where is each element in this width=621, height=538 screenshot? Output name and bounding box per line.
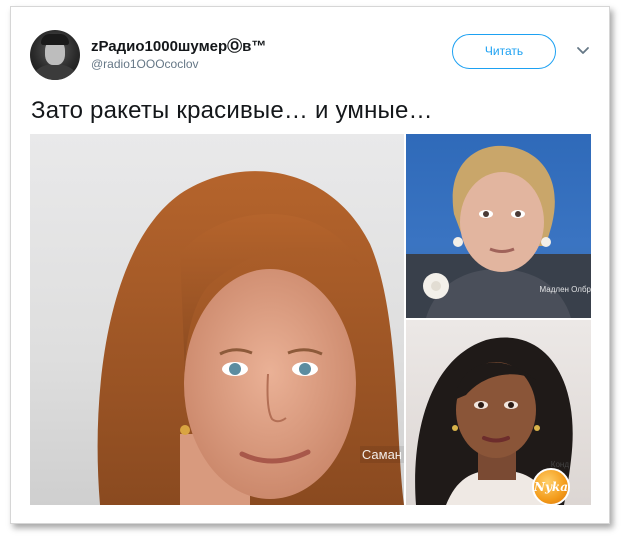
tweet-card: zРадио1000шумерⓄв™ @radio1OOOcoclov Чита… <box>10 6 610 524</box>
author-avatar[interactable] <box>30 30 80 80</box>
site-logo-watermark: Nyka <box>532 468 570 506</box>
tweet-media-grid: Саман Мадлен Олбр Конд <box>30 134 591 505</box>
avatar-hat-shape <box>41 34 69 45</box>
media-photo-main[interactable]: Саман <box>30 134 404 505</box>
main-photo-caption: Саман <box>359 446 404 463</box>
top-right-photo-caption: Мадлен Олбр <box>539 285 591 294</box>
author-name[interactable]: zРадио1000шумерⓄв™ <box>91 35 266 56</box>
author-handle[interactable]: @radio1OOOcoclov <box>91 57 199 71</box>
portrait-woman-red-hair-image <box>97 171 404 505</box>
follow-button[interactable]: Читать <box>452 34 556 69</box>
chevron-down-icon[interactable] <box>576 44 590 58</box>
tweet-text: Зато ракеты красивые… и умные… <box>31 97 433 124</box>
avatar-body-shape <box>34 64 76 80</box>
media-photo-top-right[interactable]: Мадлен Олбр <box>406 134 591 318</box>
